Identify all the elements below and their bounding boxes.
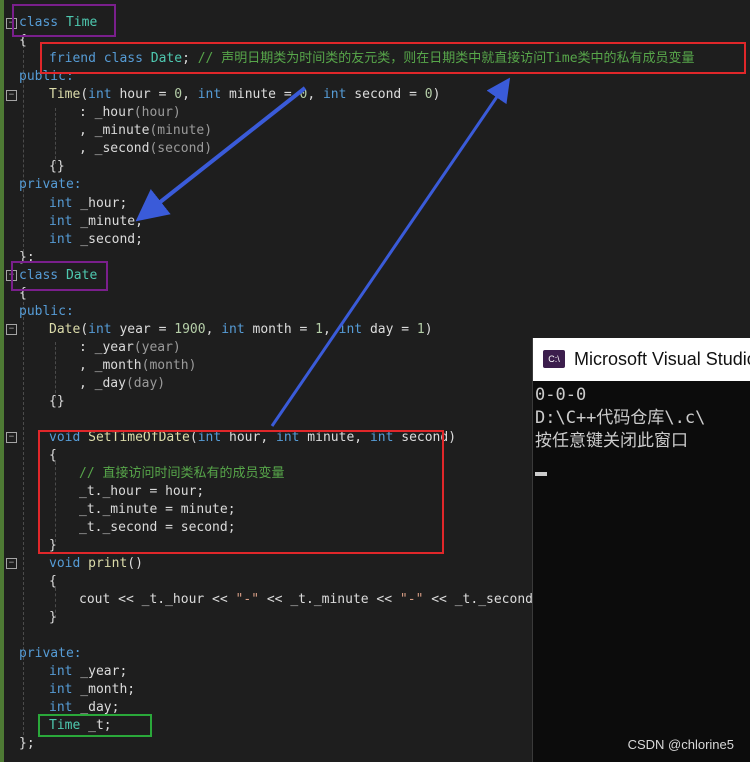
code-line: int _hour; — [49, 196, 128, 211]
arrow-to-friend-declaration — [270, 77, 511, 427]
code-line: } — [49, 610, 57, 625]
console-output-line: 0-0-0 — [535, 385, 587, 405]
console-app-icon: C:\ — [543, 350, 565, 368]
code-line: }; — [19, 736, 35, 751]
time-member-highlight — [38, 714, 152, 737]
fold-toggle-icon[interactable]: − — [6, 558, 17, 569]
watermark: CSDN @chlorine5 — [627, 737, 734, 752]
code-line: private: — [19, 646, 82, 661]
fold-toggle-icon[interactable]: − — [6, 90, 17, 101]
indent-guide — [55, 108, 56, 164]
code-line: void print() — [49, 556, 143, 571]
code-line: {} — [49, 159, 65, 174]
code-line: : _hour(hour) — [79, 105, 181, 120]
change-indicator-bar — [0, 0, 4, 762]
indent-guide — [23, 292, 24, 740]
console-output-line: 按任意键关闭此窗口 — [535, 431, 688, 451]
code-line: Date(int year = 1900, int month = 1, int… — [49, 322, 433, 337]
code-line: public: — [19, 304, 74, 319]
code-line: cout << _t._hour << "-" << _t._minute <<… — [79, 592, 541, 607]
code-line: int _month; — [49, 682, 136, 697]
fold-toggle-icon[interactable]: − — [6, 432, 17, 443]
code-line: private: — [19, 177, 82, 192]
console-title: Microsoft Visual Studio — [574, 349, 750, 369]
code-line: Time(int hour = 0, int minute = 0, int s… — [49, 87, 441, 102]
indent-guide — [55, 342, 56, 398]
friend-declaration-highlight — [40, 42, 746, 74]
console-output-line: D:\C++代码仓库\.c\ — [535, 408, 706, 428]
code-line: int _year; — [49, 664, 128, 679]
fold-toggle-icon[interactable]: − — [6, 324, 17, 335]
console-window[interactable]: C:\ Microsoft Visual Studio 0-0-0 D:\C++… — [532, 338, 750, 762]
code-line: int _second; — [49, 232, 143, 247]
code-line: , _month(month) — [79, 358, 197, 373]
code-line: , _minute(minute) — [79, 123, 213, 138]
code-line: {} — [49, 394, 65, 409]
code-line: int _minute; — [49, 214, 143, 229]
code-line: : _year(year) — [79, 340, 181, 355]
console-titlebar[interactable]: C:\ Microsoft Visual Studio — [533, 338, 750, 381]
class-time-highlight — [12, 4, 116, 37]
code-line: , _second(second) — [79, 141, 213, 156]
console-cursor — [535, 472, 547, 476]
class-date-highlight — [11, 261, 108, 291]
code-line: { — [49, 574, 57, 589]
settime-method-highlight — [38, 430, 444, 554]
code-line: , _day(day) — [79, 376, 166, 391]
